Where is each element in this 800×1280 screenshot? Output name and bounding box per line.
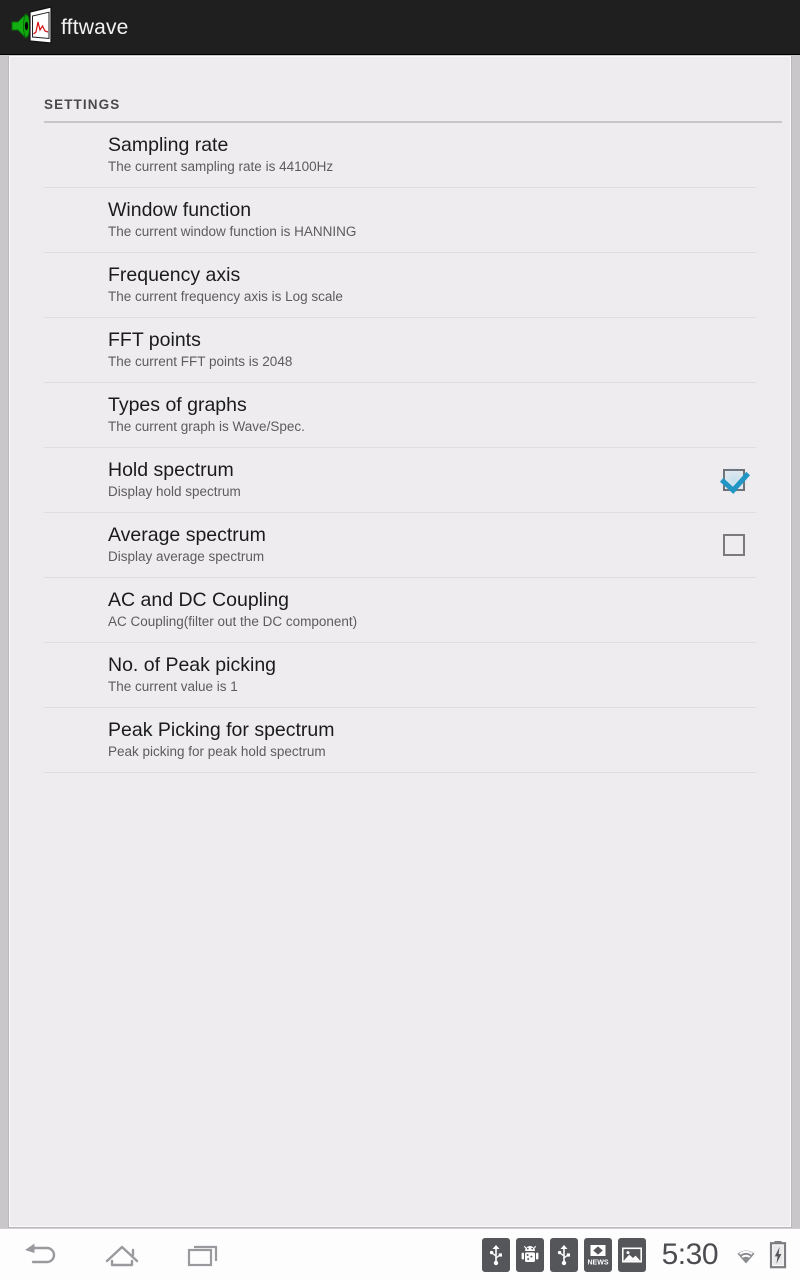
settings-row-text: Sampling rate The current sampling rate i… — [44, 133, 756, 175]
checkbox-hold-spectrum[interactable] — [719, 465, 749, 495]
settings-row-summary: The current frequency axis is Log scale — [108, 289, 343, 305]
settings-row-text: Peak Picking for spectrum Peak picking fo… — [44, 718, 756, 760]
app-title: fftwave — [61, 15, 129, 39]
usb-icon[interactable] — [481, 1237, 510, 1272]
settings-row-title: Frequency axis — [108, 263, 241, 286]
svg-text:NEWS: NEWS — [587, 1259, 608, 1266]
settings-row-summary: The current FFT points is 2048 — [108, 354, 293, 370]
settings-row-title: AC and DC Coupling — [108, 588, 290, 611]
settings-row-text: AC and DC Coupling AC Coupling(filter out… — [44, 588, 756, 630]
settings-row-window-function[interactable]: Window function The current window functi… — [44, 188, 756, 253]
settings-row-hold-spectrum[interactable]: Hold spectrum Display hold spectrum — [44, 448, 756, 513]
settings-row-title: No. of Peak picking — [108, 653, 277, 676]
system-navigation-bar: NEWS 5:30 — [0, 1228, 800, 1280]
news-icon[interactable]: NEWS — [583, 1237, 612, 1272]
settings-row-summary: Peak picking for peak hold spectrum — [108, 744, 326, 760]
wifi-icon[interactable] — [730, 1242, 762, 1268]
settings-row-summary: The current graph is Wave/Spec. — [108, 419, 305, 435]
settings-row-title: Window function — [108, 198, 252, 221]
fftwave-app-icon — [6, 4, 56, 48]
settings-row-average-spectrum[interactable]: Average spectrum Display average spectrum — [44, 513, 756, 578]
checkbox-average-spectrum[interactable] — [723, 534, 745, 556]
battery-charging-icon[interactable] — [768, 1240, 788, 1270]
status-clock: 5:30 — [661, 1237, 719, 1271]
settings-row-summary: Display hold spectrum — [108, 484, 241, 500]
settings-row-no-of-peak-picking[interactable]: No. of Peak picking The current value is … — [44, 643, 756, 708]
settings-row-text: Average spectrum Display average spectrum — [44, 523, 723, 565]
navigation-buttons — [0, 1238, 226, 1272]
settings-row-title: FFT points — [108, 328, 201, 351]
settings-row-text: Window function The current window functi… — [44, 198, 756, 240]
settings-row-summary: The current window function is HANNING — [108, 224, 357, 240]
settings-row-title: Sampling rate — [108, 133, 229, 156]
home-icon[interactable] — [100, 1238, 144, 1272]
settings-row-ac-dc-coupling[interactable]: AC and DC Coupling AC Coupling(filter out… — [44, 578, 756, 643]
action-bar: fftwave — [0, 0, 800, 55]
settings-row-title: Types of graphs — [108, 393, 247, 416]
settings-section-header: SETTINGS — [44, 97, 121, 112]
device-screen: fftwave SETTINGS Sampling rate The curren… — [0, 0, 800, 1280]
android-debug-icon[interactable] — [515, 1237, 544, 1272]
settings-list: Sampling rate The current sampling rate i… — [12, 123, 788, 773]
back-icon[interactable] — [18, 1238, 62, 1272]
settings-row-types-of-graphs[interactable]: Types of graphs The current graph is Wave… — [44, 383, 756, 448]
settings-row-text: Frequency axis The current frequency axis… — [44, 263, 756, 305]
settings-row-peak-picking-for-spectrum[interactable]: Peak Picking for spectrum Peak picking fo… — [44, 708, 756, 773]
settings-row-frequency-axis[interactable]: Frequency axis The current frequency axis… — [44, 253, 756, 318]
status-icons: NEWS 5:30 — [481, 1237, 800, 1272]
settings-panel-inner: SETTINGS Sampling rate The current sampli… — [12, 59, 788, 1224]
settings-row-title: Average spectrum — [108, 523, 266, 546]
settings-row-summary: The current sampling rate is 44100Hz — [108, 159, 334, 175]
settings-row-text: Hold spectrum Display hold spectrum — [44, 458, 723, 500]
usb-icon[interactable] — [549, 1237, 578, 1272]
settings-row-text: FFT points The current FFT points is 2048 — [44, 328, 756, 370]
settings-row-summary: Display average spectrum — [108, 549, 265, 565]
settings-row-title: Peak Picking for spectrum — [108, 718, 335, 741]
settings-row-text: No. of Peak picking The current value is … — [44, 653, 756, 695]
settings-row-title: Hold spectrum — [108, 458, 234, 481]
settings-row-summary: AC Coupling(filter out the DC component) — [108, 614, 358, 630]
settings-row-sampling-rate[interactable]: Sampling rate The current sampling rate i… — [44, 123, 756, 188]
settings-row-summary: The current value is 1 — [108, 679, 238, 695]
settings-row-fft-points[interactable]: FFT points The current FFT points is 2048 — [44, 318, 756, 383]
settings-panel: SETTINGS Sampling rate The current sampli… — [8, 56, 792, 1228]
settings-row-text: Types of graphs The current graph is Wave… — [44, 393, 756, 435]
recent-apps-icon[interactable] — [182, 1238, 226, 1272]
image-icon[interactable] — [617, 1237, 646, 1272]
